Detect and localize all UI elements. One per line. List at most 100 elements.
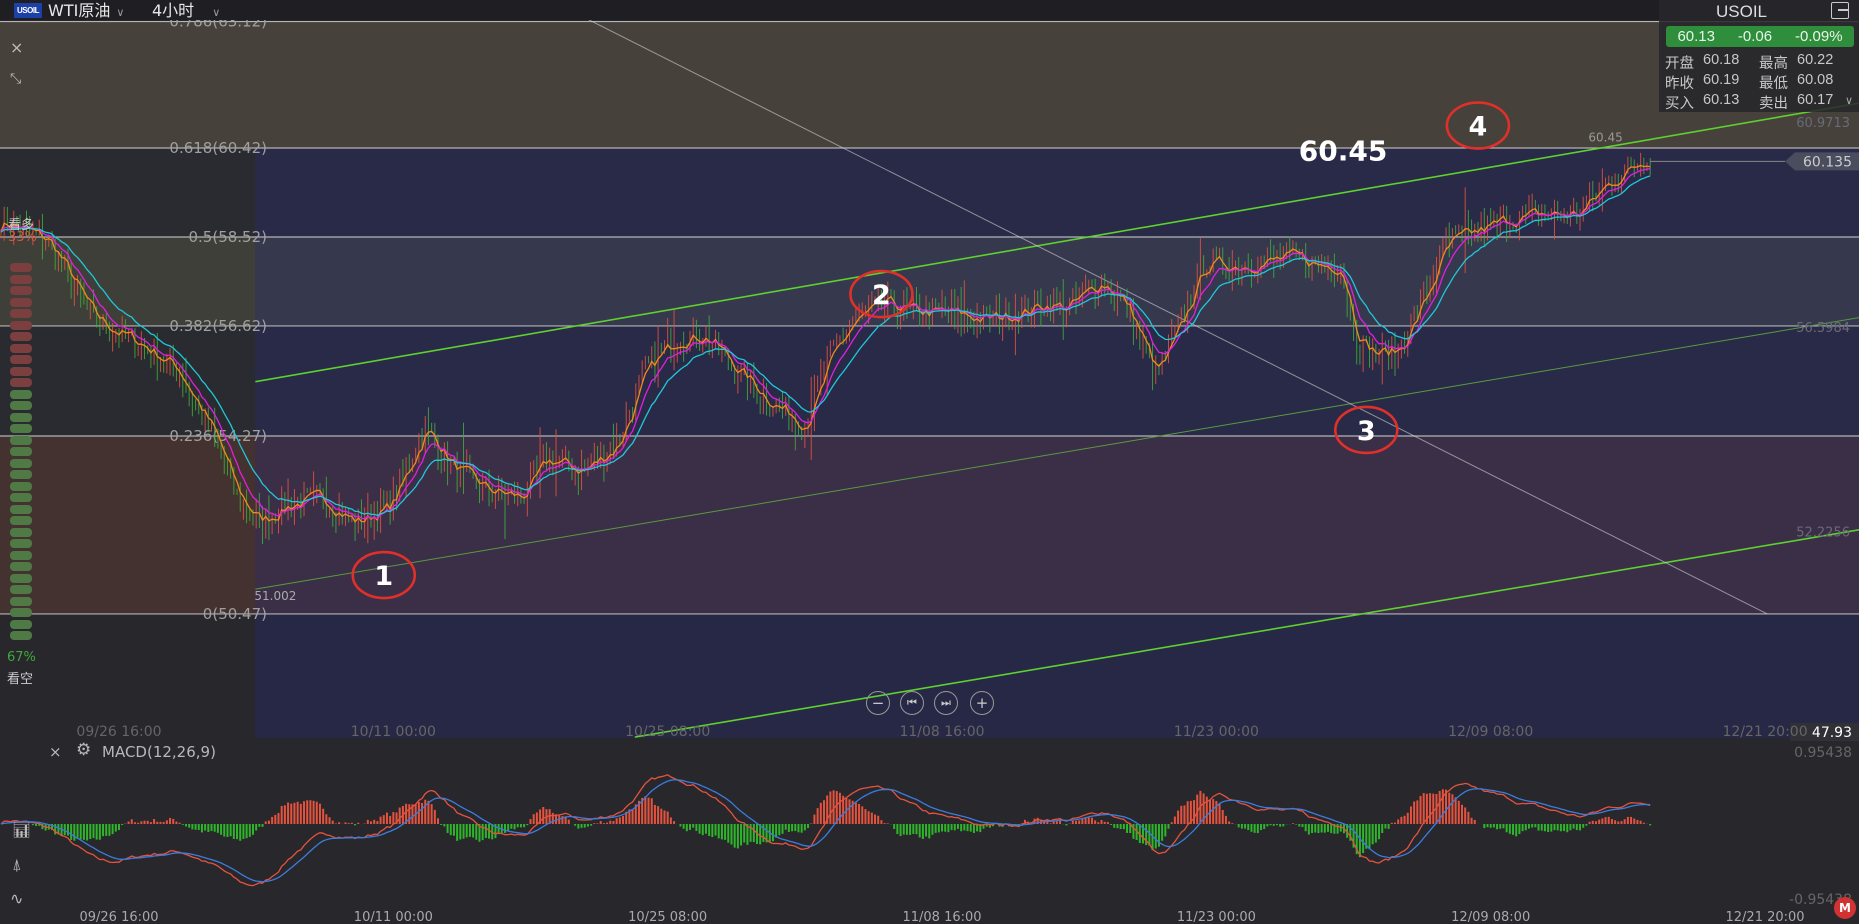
macd-x-tick-label: 11/23 00:00 [1177, 910, 1256, 924]
price-chart[interactable]: 0.786(63.12)0.618(60.42)0.5(58.52)0.382(… [0, 0, 1859, 924]
prev-close-label: 昨收 [1665, 76, 1694, 92]
current-price-label: 60.135 [1803, 154, 1852, 170]
bid-label: 买入 [1665, 96, 1694, 112]
high-label: 最高 [1759, 56, 1788, 72]
scroll-start-button[interactable]: ⏮ [900, 691, 924, 715]
brand-logo-icon: M [1834, 897, 1856, 919]
x-tick-label: 11/23 00:00 [1174, 724, 1259, 740]
quote-row: 买入 60.13 卖出 60.17 [1665, 92, 1855, 113]
macd-x-tick-label: 10/25 08:00 [628, 910, 707, 924]
bear-pill [10, 481, 32, 491]
bull-pill [10, 286, 32, 295]
bear-pill [10, 424, 32, 433]
fib-label: 0.382(56.62) [169, 317, 267, 335]
annotation-number: 4 [1469, 112, 1488, 143]
collapse-icon[interactable]: ⤡ [10, 71, 21, 87]
macd-panel [0, 774, 1652, 887]
quote-row: 昨收 60.19 最低 60.08 [1665, 72, 1855, 93]
price-change-pct: -0.09% [1795, 28, 1843, 45]
prev-close-value: 60.19 [1703, 72, 1740, 88]
ask-label: 卖出 [1759, 96, 1788, 112]
fib-label: 0.5(58.52) [188, 228, 267, 246]
bear-pill [10, 493, 32, 502]
collapse-panel-icon[interactable] [1831, 2, 1849, 19]
fib-band [0, 21, 1859, 149]
x-tick-label: 10/11 00:00 [351, 724, 436, 740]
quote-price-box: 60.13 -0.06 -0.09% [1666, 26, 1854, 47]
x-tick-label: 11/08 16:00 [899, 724, 984, 740]
macd-dif-line [0, 774, 1651, 887]
bull-pill [10, 366, 32, 376]
x-tick-label: 12/09 08:00 [1448, 724, 1533, 740]
macd-x-tick-label: 12/09 08:00 [1451, 910, 1530, 924]
bull-percent: 33% [8, 230, 37, 245]
pulse-icon[interactable]: ∿ [10, 891, 23, 907]
bear-pill [10, 585, 32, 594]
quote-symbol: USOIL [1715, 2, 1768, 21]
price-callout: 60.45 [1299, 134, 1388, 167]
drawing-compass-icon[interactable]: ⍋ [12, 857, 22, 873]
bear-pill [10, 539, 32, 548]
bear-pill [10, 631, 32, 640]
price-change: -0.06 [1737, 28, 1773, 45]
bear-pill [10, 435, 32, 445]
bull-pill [10, 355, 32, 364]
bull-pill [10, 274, 32, 284]
bear-pill [10, 550, 32, 560]
bear-percent: 67% [7, 650, 36, 665]
scroll-end-button[interactable]: ⏭ [934, 691, 958, 715]
last-price: 60.13 [1677, 28, 1715, 45]
chevron-down-icon: ∨ [116, 6, 125, 19]
bull-pill [10, 332, 32, 341]
chevron-down-icon[interactable]: ∨ [1845, 94, 1853, 107]
bull-pill [10, 309, 32, 318]
bear-pill [10, 527, 32, 537]
usoil-logo: USOIL [14, 3, 42, 18]
channel-value-label: 60.9713 [1796, 116, 1850, 131]
bull-pill [10, 320, 32, 330]
bull-pill [10, 378, 32, 387]
low-value: 60.08 [1797, 72, 1834, 88]
quote-panel: USOIL 60.13 -0.06 -0.09% 开盘 60.18 最高 60.22 … [1659, 0, 1859, 112]
open-label: 开盘 [1665, 56, 1694, 72]
gear-icon[interactable]: ⚙ [76, 740, 91, 760]
bull-pill [10, 297, 32, 307]
macd-x-tick-label: 09/26 16:00 [79, 910, 158, 924]
macd-max-label: 0.95438 [1794, 745, 1852, 761]
bull-pill [10, 343, 32, 353]
bear-pill [10, 573, 32, 583]
interval-selector[interactable]: 4小时 ∨ [152, 0, 220, 24]
channel-value-label: 52.2256 [1796, 526, 1850, 541]
macd-x-tick-label: 11/08 16:00 [902, 910, 981, 924]
zoom-in-button[interactable]: + [970, 691, 994, 715]
bear-pill [10, 389, 32, 399]
bear-pill [10, 608, 32, 617]
bear-pill [10, 447, 32, 456]
annotation-number: 2 [872, 280, 891, 311]
x-tick-label: 12/21 20:00 [1722, 724, 1807, 740]
bear-pill [10, 562, 32, 571]
bear-pill [10, 412, 32, 422]
remove-indicator-icon[interactable]: × [49, 743, 62, 761]
macd-dea-line [0, 779, 1651, 883]
interval-label: 4小时 [152, 1, 195, 20]
axes: 47.93 09/26 16:00 09/26 16:00 10/11 00:00 10… [76, 723, 1859, 924]
symbol-selector[interactable]: WTI原油 ∨ [48, 0, 124, 24]
fib-label: 0(50.47) [203, 605, 267, 623]
indicator-chart-icon[interactable]: 📊︎ [12, 822, 31, 838]
open-value: 60.18 [1703, 52, 1740, 68]
macd-x-tick-label: 10/11 00:00 [354, 910, 433, 924]
bear-pill [10, 596, 32, 606]
zoom-out-button[interactable]: − [866, 691, 890, 715]
close-icon[interactable]: × [10, 40, 23, 56]
bear-pill [10, 516, 32, 525]
low-label: 51.002 [254, 589, 296, 603]
annotation-number: 3 [1357, 416, 1376, 447]
bear-pill [10, 504, 32, 514]
x-tick-label: 09/26 16:00 [76, 724, 161, 740]
bear-pill [10, 470, 32, 479]
annotation-number: 1 [374, 561, 393, 592]
bull-pill [10, 263, 32, 272]
macd-label: MACD(12,26,9) [102, 743, 216, 761]
bid-value: 60.13 [1703, 92, 1740, 108]
